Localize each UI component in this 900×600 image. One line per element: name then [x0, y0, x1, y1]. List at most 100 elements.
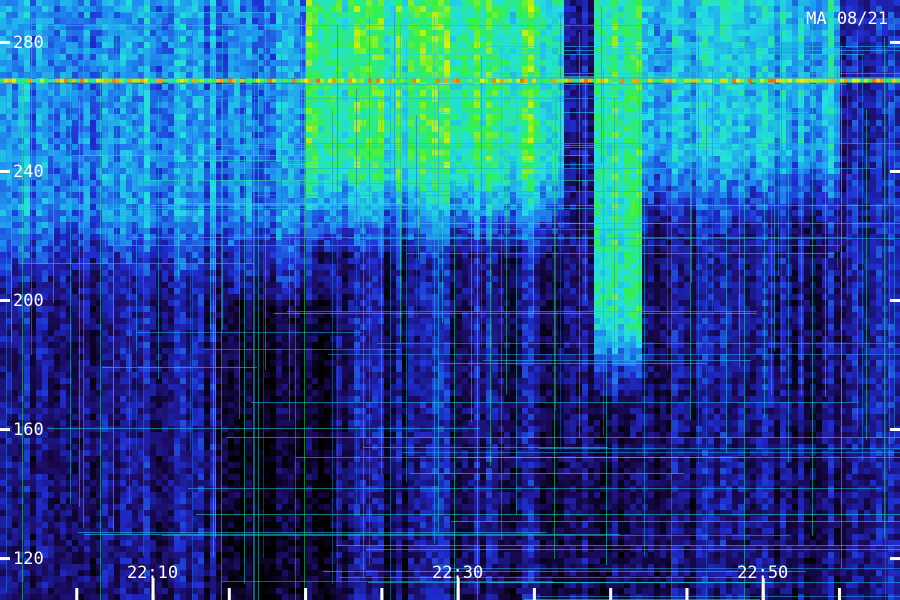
heatmap-cell: [282, 354, 288, 360]
heatmap-cell: [24, 114, 30, 120]
heatmap-cell: [162, 360, 168, 366]
heatmap-cell: [264, 90, 270, 96]
heatmap-cell: [204, 468, 210, 474]
heatmap-cell: [168, 210, 174, 216]
heatmap-cell: [54, 120, 60, 126]
heatmap-cell: [84, 468, 90, 474]
heatmap-cell: [60, 216, 66, 222]
heatmap-cell: [0, 522, 6, 528]
heatmap-cell: [270, 570, 276, 576]
heatmap-cell: [42, 474, 48, 480]
heatmap-cell: [174, 6, 180, 12]
heatmap-cell: [228, 264, 234, 270]
heatmap-cell: [30, 576, 36, 582]
heatmap-cell: [204, 294, 210, 300]
heatmap-cell: [264, 120, 270, 126]
heatmap-cell: [72, 378, 78, 384]
heatmap-cell: [204, 360, 210, 366]
heatmap-cell: [0, 444, 6, 450]
heatmap-cell: [276, 438, 282, 444]
heatmap-cell: [30, 384, 36, 390]
heatmap-cell: [102, 414, 108, 420]
heatmap-cell: [24, 456, 30, 462]
heatmap-cell: [96, 252, 102, 258]
heatmap-cell: [12, 534, 18, 540]
heatmap-cell: [204, 132, 210, 138]
heatmap-cell: [150, 438, 156, 444]
heatmap-cell: [66, 228, 72, 234]
heatmap-cell: [48, 444, 54, 450]
heatmap-cell: [270, 270, 276, 276]
heatmap-cell: [48, 576, 54, 582]
heatmap-cell: [156, 504, 162, 510]
heatmap-cell: [270, 210, 276, 216]
heatmap-cell: [12, 504, 18, 510]
heatmap-cell: [234, 456, 240, 462]
heatmap-cell: [96, 18, 102, 24]
heatmap-cell: [12, 186, 18, 192]
heatmap-cell: [186, 30, 192, 36]
heatmap-cell: [36, 0, 42, 6]
heatmap-cell: [228, 402, 234, 408]
heatmap-cell: [264, 156, 270, 162]
heatmap-cell: [240, 336, 246, 342]
heatmap-cell: [60, 552, 66, 558]
heatmap-cell: [72, 126, 78, 132]
heatmap-cell: [24, 570, 30, 576]
heatmap-cell: [294, 216, 300, 222]
heatmap-cell: [270, 132, 276, 138]
heatmap-cell: [198, 252, 204, 258]
heatmap-cell: [144, 336, 150, 342]
heatmap-cell: [222, 522, 228, 528]
heatmap-cell: [42, 522, 48, 528]
heatmap-cell: [246, 162, 252, 168]
heatmap-cell: [72, 108, 78, 114]
heatmap-cell: [126, 54, 132, 60]
heatmap-cell: [270, 36, 276, 42]
heatmap-cell: [162, 396, 168, 402]
heatmap-cell: [90, 324, 96, 330]
heatmap-cell: [36, 492, 42, 498]
heatmap-cell: [294, 102, 300, 108]
heatmap-cell: [288, 342, 294, 348]
heatmap-cell: [282, 318, 288, 324]
heatmap-cell: [168, 282, 174, 288]
heatmap-cell: [90, 582, 96, 588]
heatmap-cell: [228, 192, 234, 198]
heatmap-cell: [222, 582, 228, 588]
heatmap-cell: [180, 318, 186, 324]
heatmap-cell: [54, 270, 60, 276]
heatmap-cell: [84, 210, 90, 216]
heatmap-cell: [96, 432, 102, 438]
heatmap-cell: [72, 360, 78, 366]
heatmap-cell: [168, 42, 174, 48]
heatmap-cell: [24, 102, 30, 108]
heatmap-cell: [264, 450, 270, 456]
heatmap-cell: [156, 432, 162, 438]
heatmap-cell: [78, 12, 84, 18]
heatmap-cell: [54, 402, 60, 408]
heatmap-cell: [90, 372, 96, 378]
heatmap-cell: [0, 342, 6, 348]
heatmap-cell: [72, 564, 78, 570]
heatmap-cell: [228, 324, 234, 330]
heatmap-cell: [270, 594, 276, 600]
heatmap-cell: [12, 324, 18, 330]
heatmap-cell: [174, 456, 180, 462]
heatmap-cell: [162, 186, 168, 192]
heatmap-cell: [204, 378, 210, 384]
heatmap-cell: [30, 468, 36, 474]
heatmap-cell: [198, 582, 204, 588]
heatmap-cell: [162, 102, 168, 108]
heatmap-cell: [246, 246, 252, 252]
heatmap-cell: [186, 6, 192, 12]
heatmap-cell: [162, 210, 168, 216]
heatmap-cell: [288, 564, 294, 570]
heatmap-cell: [288, 156, 294, 162]
heatmap-cell: [174, 444, 180, 450]
heatmap-cell: [24, 24, 30, 30]
heatmap-cell: [24, 150, 30, 156]
heatmap-cell: [186, 444, 192, 450]
heatmap-cell: [294, 498, 300, 504]
heatmap-cell: [114, 354, 120, 360]
